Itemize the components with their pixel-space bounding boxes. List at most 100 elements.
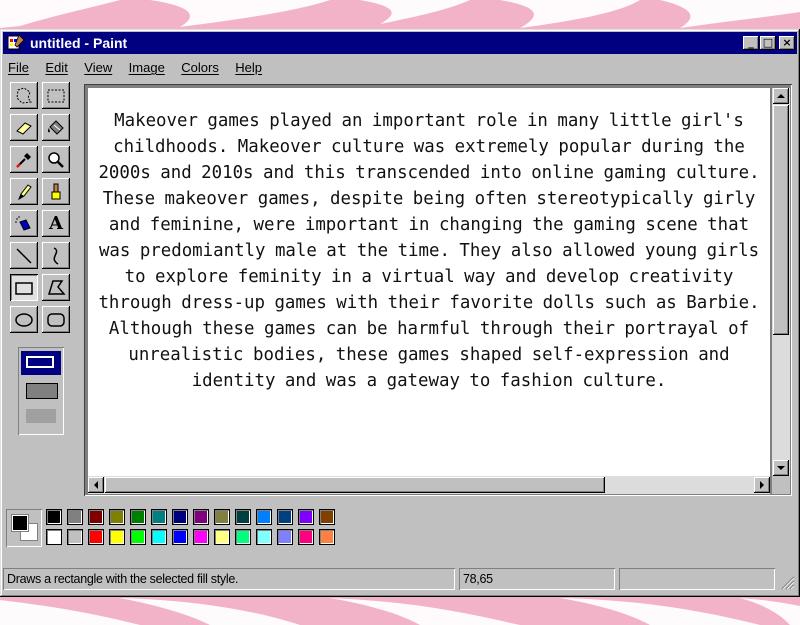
arrow-up-icon [777,94,785,98]
menu-view[interactable]: View [82,60,114,75]
color-swatch[interactable] [67,529,83,545]
arrow-left-icon [94,481,98,489]
status-coordinates: 78,65 [459,568,615,590]
tool-magnifier[interactable] [42,146,70,173]
color-swatch[interactable] [319,509,335,525]
tool-free-form-select[interactable] [10,82,38,109]
color-swatch[interactable] [46,529,62,545]
color-swatch[interactable] [130,529,146,545]
tool-polygon[interactable] [42,274,70,301]
tool-pick-color[interactable] [10,146,38,173]
color-palette [6,507,346,551]
color-swatch[interactable] [67,509,83,525]
polygon-icon [47,279,66,295]
vertical-scrollbar[interactable] [772,88,790,476]
color-swatch[interactable] [46,509,62,525]
foreground-color-swatch[interactable] [12,515,28,531]
tool-rectangle[interactable] [10,274,38,301]
scroll-right-button[interactable] [754,477,770,493]
status-message: Draws a rectangle with the selected fill… [3,568,455,590]
rect-select-icon [47,89,65,102]
minimize-icon: _ [748,36,754,49]
fill-bucket-icon [47,119,64,135]
tool-fill[interactable] [42,114,70,141]
menu-file[interactable]: File [6,60,31,75]
tool-airbrush[interactable] [10,210,38,237]
scroll-corner [772,476,790,494]
window-title: untitled - Paint [30,35,128,51]
color-swatch[interactable] [172,509,188,525]
resize-grip-icon[interactable] [779,574,795,590]
color-swatch[interactable] [214,529,230,545]
magnifier-icon [48,151,64,168]
horizontal-scroll-thumb[interactable] [105,477,605,493]
drawing-canvas[interactable]: Makeover games played an important role … [88,88,770,476]
close-button[interactable]: × [779,36,795,50]
color-swatch[interactable] [193,529,209,545]
scroll-left-button[interactable] [88,477,104,493]
color-swatch[interactable] [109,529,125,545]
curve-icon [53,246,59,265]
color-swatch[interactable] [130,509,146,525]
tool-eraser[interactable] [10,114,38,141]
status-bar: Draws a rectangle with the selected fill… [3,566,797,592]
color-swatch[interactable] [277,509,293,525]
eraser-icon [16,121,32,135]
horizontal-scrollbar[interactable] [88,476,770,494]
maximize-button[interactable]: □ [760,36,776,50]
color-swatch[interactable] [172,529,188,545]
eyedropper-icon [16,152,31,168]
tool-pencil[interactable] [10,178,38,205]
color-swatch[interactable] [235,529,251,545]
pencil-icon [17,183,32,200]
color-swatch[interactable] [193,509,209,525]
canvas-text: Makeover games played an important role … [98,111,760,391]
tool-rounded-rectangle[interactable] [42,306,70,333]
color-swatch[interactable] [109,509,125,525]
scroll-up-button[interactable] [773,88,789,104]
close-icon: × [782,36,792,49]
rounded-rectangle-icon [47,312,65,327]
color-swatch[interactable] [256,529,272,545]
menu-edit[interactable]: Edit [43,60,69,75]
menu-help[interactable]: Help [233,60,264,75]
fill-style-options [18,347,64,435]
color-swatch[interactable] [277,529,293,545]
scroll-down-button[interactable] [773,460,789,476]
tool-select[interactable] [42,82,70,109]
title-bar[interactable]: untitled - Paint _ □ × [3,32,797,54]
free-form-select-icon [16,86,32,104]
fill-style-outline[interactable] [21,351,61,375]
fill-style-outline-fill[interactable] [26,383,58,399]
color-swatch[interactable] [151,529,167,545]
color-swatch[interactable] [214,509,230,525]
color-swatch[interactable] [319,529,335,545]
line-icon [16,247,32,264]
airbrush-icon [15,215,31,231]
tool-text[interactable]: A [42,210,70,237]
tool-curve[interactable] [42,242,70,269]
text-icon: A [49,213,63,234]
color-swatch[interactable] [298,529,314,545]
color-swatch[interactable] [88,529,104,545]
ellipse-icon [15,312,33,327]
tool-brush[interactable] [42,178,70,205]
color-swatch[interactable] [298,509,314,525]
tool-ellipse[interactable] [10,306,38,333]
color-swatch[interactable] [256,509,272,525]
paint-window: untitled - Paint _ □ × File Edit View Im… [0,29,800,597]
status-size [619,568,775,590]
color-swatch[interactable] [88,509,104,525]
tool-line[interactable] [10,242,38,269]
color-swatch[interactable] [151,509,167,525]
vertical-scroll-thumb[interactable] [773,105,789,335]
fill-style-fill[interactable] [26,409,56,423]
menu-image[interactable]: Image [127,60,167,75]
paint-app-icon [7,34,25,50]
minimize-button[interactable]: _ [743,36,759,50]
color-swatch[interactable] [235,509,251,525]
brush-icon [51,183,61,199]
maximize-icon: □ [762,36,774,49]
menu-colors[interactable]: Colors [179,60,221,75]
current-colors[interactable] [6,509,42,547]
